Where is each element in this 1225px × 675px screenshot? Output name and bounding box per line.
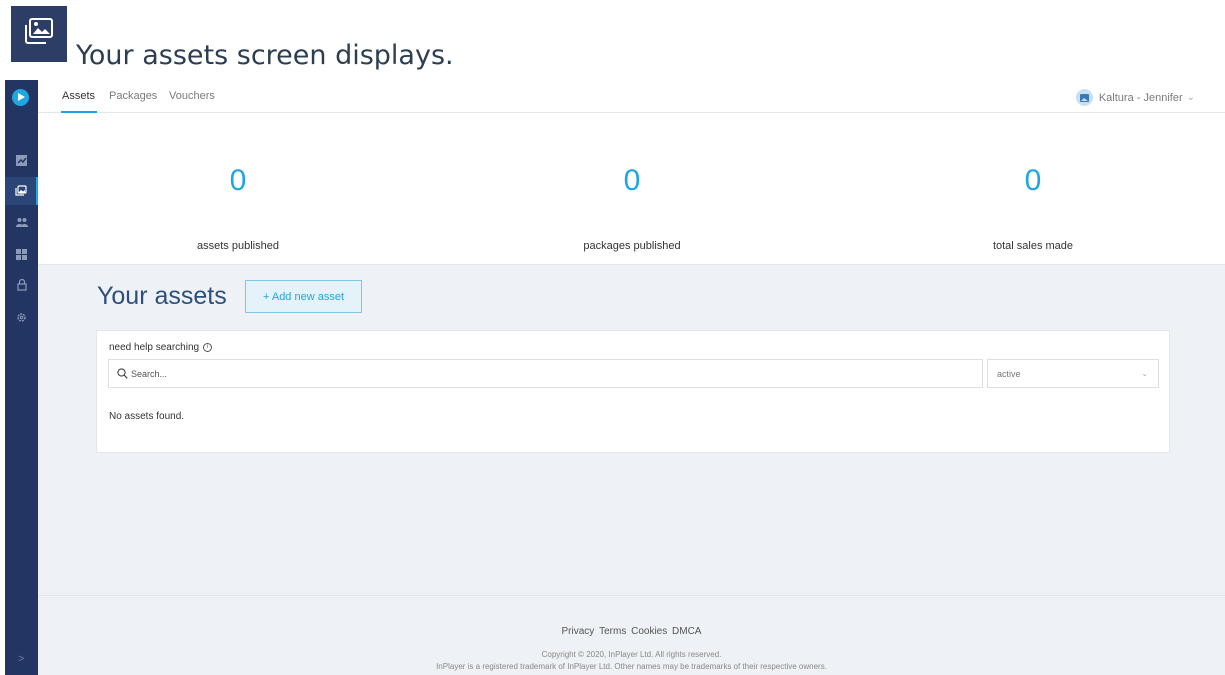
footer-links: Privacy Terms Cookies DMCA (38, 626, 1225, 637)
copyright-text: Copyright © 2020, InPlayer Ltd. All righ… (541, 650, 722, 659)
sidebar-item-audience[interactable] (5, 208, 38, 236)
tab-vouchers[interactable]: Vouchers (169, 90, 215, 102)
grid-icon (16, 248, 27, 260)
audience-icon (15, 218, 28, 227)
empty-message: No assets found. (109, 411, 185, 422)
inplayer-logo-icon[interactable] (12, 89, 29, 106)
status-selected-value: active (997, 368, 1021, 379)
sidebar: > (5, 80, 38, 675)
assets-icon (14, 185, 27, 196)
status-select[interactable]: active ⌄ (987, 359, 1159, 388)
search-panel: need help searching i active ⌄ No assets… (96, 330, 1170, 453)
page-title: Your assets (97, 282, 227, 310)
caption-text: Your assets screen displays. (76, 40, 454, 71)
help-searching[interactable]: need help searching i (109, 342, 213, 353)
search-icon (117, 368, 128, 379)
footer-link-privacy[interactable]: Privacy (562, 626, 595, 637)
help-text: need help searching (109, 342, 200, 353)
stat-total-sales: 0 total sales made (833, 114, 1225, 265)
sidebar-item-grid[interactable] (5, 240, 38, 268)
info-icon[interactable]: i (203, 343, 213, 352)
footer: Privacy Terms Cookies DMCA Copyright © 2… (38, 595, 1225, 675)
caption-header: Your assets screen displays. (0, 0, 1225, 76)
chevron-down-icon: ⌄ (1186, 92, 1195, 103)
trademark-text: InPlayer is a registered trademark of In… (436, 662, 827, 671)
account-menu[interactable]: Kaltura - Jennifer ⌄ (1075, 89, 1195, 106)
top-nav: Assets Packages Vouchers Kaltura - Jenni… (38, 80, 1225, 113)
stat-label: packages published (583, 240, 681, 252)
lock-icon (16, 279, 27, 291)
sidebar-item-settings[interactable] (5, 303, 38, 331)
account-avatar-icon (1075, 89, 1093, 106)
sidebar-item-analytics[interactable] (5, 146, 38, 174)
app-window: > Assets Packages Vouchers Kaltura - Jen… (5, 80, 1225, 675)
stat-value: 0 (623, 164, 641, 197)
footer-link-dmca[interactable]: DMCA (672, 626, 701, 637)
assets-icon (11, 6, 67, 62)
main-area: Assets Packages Vouchers Kaltura - Jenni… (38, 80, 1225, 675)
stat-label: total sales made (992, 240, 1074, 252)
gear-icon (17, 312, 26, 322)
footer-link-cookies[interactable]: Cookies (631, 626, 667, 637)
stat-label: assets published (197, 240, 279, 252)
chevron-down-icon: ⌄ (1141, 369, 1148, 378)
footer-link-terms[interactable]: Terms (599, 626, 626, 637)
search-field[interactable] (108, 359, 983, 388)
account-name: Kaltura - Jennifer (1098, 91, 1183, 104)
active-tab-indicator (61, 111, 97, 113)
stat-value: 0 (1024, 164, 1042, 197)
stat-value: 0 (229, 164, 247, 197)
assets-content: Your assets + Add new asset need help se… (38, 265, 1225, 595)
stats-panel: 0 assets published 0 packages published … (38, 114, 1225, 265)
sidebar-item-security[interactable] (5, 271, 38, 299)
search-input[interactable] (131, 368, 951, 379)
sidebar-expand-icon[interactable]: > (18, 653, 24, 665)
analytics-icon (16, 154, 27, 166)
tab-packages[interactable]: Packages (109, 90, 157, 102)
stat-packages-published: 0 packages published (432, 114, 832, 265)
stat-assets-published: 0 assets published (38, 114, 438, 265)
add-new-asset-button[interactable]: + Add new asset (245, 280, 362, 313)
sidebar-item-assets[interactable] (5, 177, 38, 205)
tab-assets[interactable]: Assets (62, 90, 95, 102)
